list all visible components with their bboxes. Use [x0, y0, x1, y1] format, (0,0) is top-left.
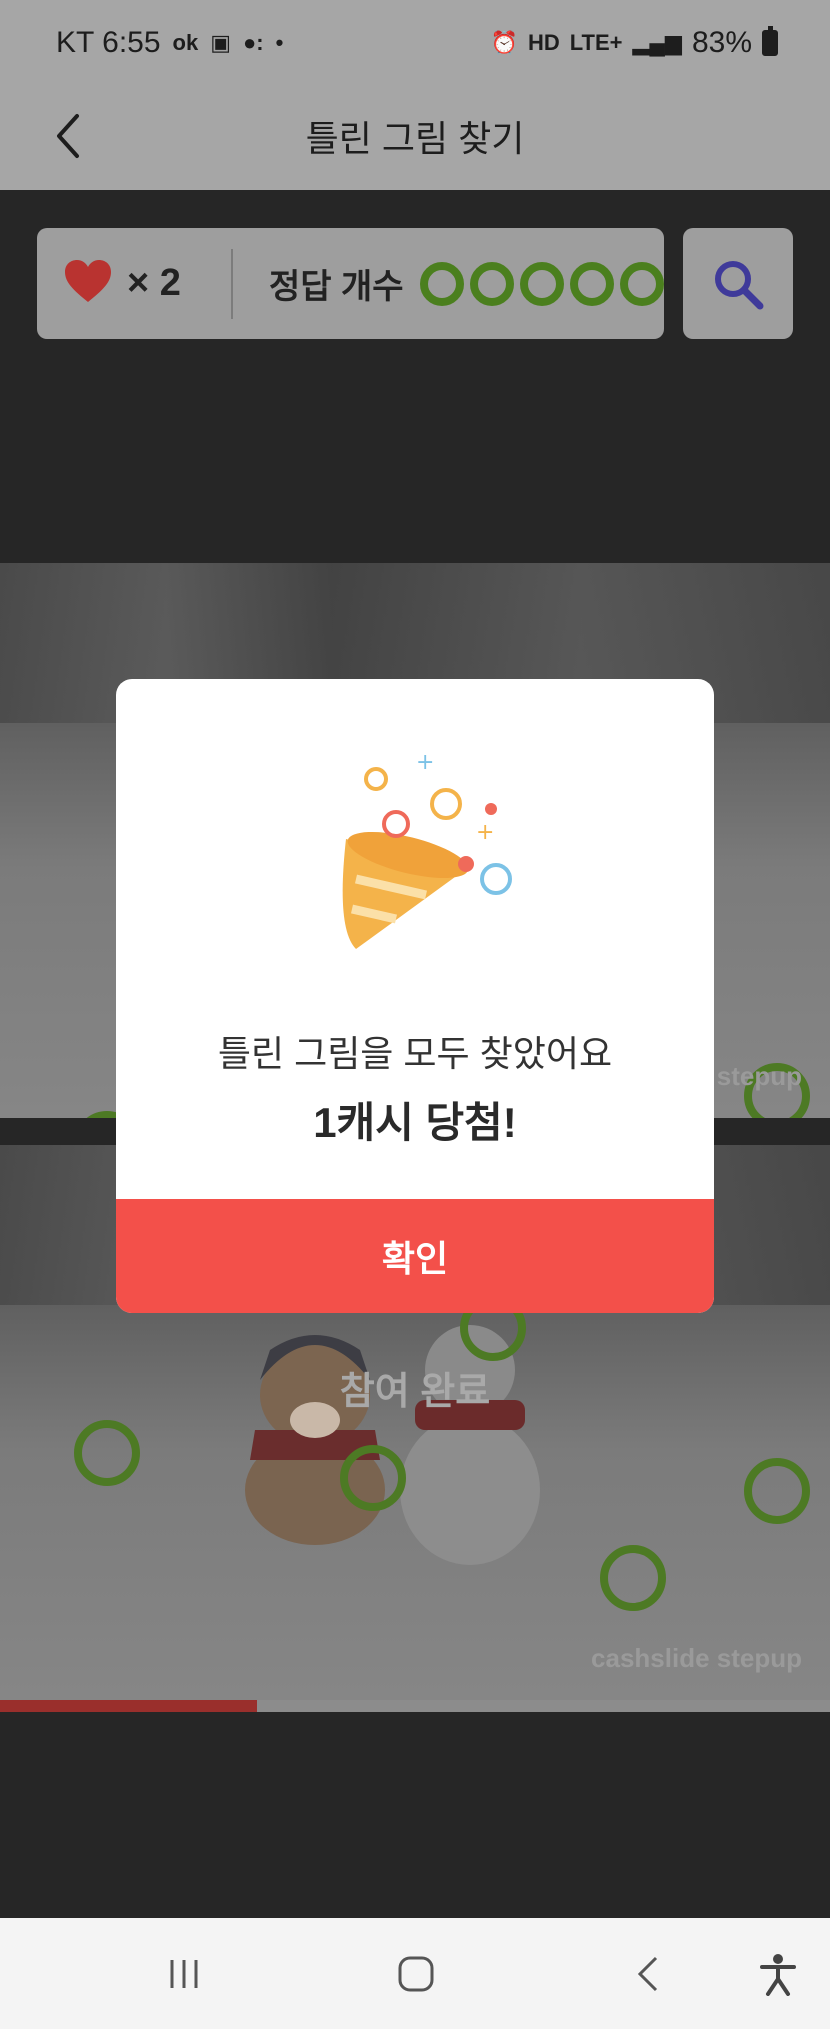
okcashbag-icon: ok — [172, 30, 199, 55]
lives-indicator: × 2 — [37, 258, 231, 309]
svg-text:+: + — [476, 820, 494, 845]
nav-back-icon — [637, 1956, 658, 1992]
divider — [231, 248, 233, 319]
watermark: cashslide stepup — [591, 1643, 802, 1673]
confirm-button[interactable]: 확인 — [116, 1199, 714, 1313]
result-dialog: + + 틀린 그림을 모두 찾았어요 1캐시 당첨! 확인 — [116, 679, 714, 1313]
answer-dot — [619, 261, 664, 306]
status-right: ⏰ HD LTE+ ▂▄▆ 83% — [491, 26, 778, 60]
complete-label: 참여 완료 — [339, 1371, 491, 1413]
status-bar: KT 6:55 ok ▣ ●: • ⏰ HD LTE+ ▂▄▆ 83% — [0, 0, 830, 82]
hd-icon: HD — [527, 30, 560, 55]
found-marker — [74, 1420, 140, 1486]
answer-progress — [419, 261, 664, 306]
svg-text:+: + — [416, 750, 434, 775]
answer-dot — [519, 261, 564, 306]
nav-back-button[interactable] — [620, 1946, 680, 2002]
system-navigation-bar — [0, 1918, 830, 2029]
progress-fill — [0, 1700, 258, 1712]
answer-dot — [569, 261, 614, 306]
hint-search-button[interactable] — [683, 228, 793, 339]
found-marker — [600, 1545, 666, 1611]
timer-progress-bar — [0, 1700, 830, 1712]
heart-icon — [63, 258, 113, 309]
network-type: LTE+ — [569, 30, 623, 55]
answer-dot — [469, 261, 514, 306]
gallery-icon: ▣ — [210, 30, 232, 55]
carrier-time: KT 6:55 — [56, 26, 161, 59]
accessibility-button[interactable] — [748, 1946, 808, 2002]
battery-percent: 83% — [691, 26, 752, 59]
dog-figure — [245, 1335, 385, 1545]
home-button[interactable] — [386, 1946, 446, 2002]
recent-apps-button[interactable] — [154, 1946, 214, 2002]
answer-dot — [419, 261, 464, 306]
status-left: KT 6:55 ok ▣ ●: • — [56, 26, 283, 60]
battery-icon — [762, 26, 778, 56]
found-marker — [340, 1445, 406, 1511]
home-icon — [398, 1956, 434, 1992]
dialog-message: 틀린 그림을 모두 찾았어요 — [217, 1033, 613, 1074]
recent-apps-icon — [170, 1960, 198, 1988]
reward-text: 1캐시 당첨! — [313, 1099, 517, 1146]
app-notification-icon: ●: — [243, 30, 264, 55]
found-marker — [744, 1458, 810, 1524]
lives-count: × 2 — [127, 262, 181, 304]
search-icon — [715, 260, 764, 309]
answers-label: 정답 개수 — [269, 268, 404, 306]
alarm-icon: ⏰ — [490, 30, 518, 55]
app-bar: 틀린 그림 찾기 — [0, 82, 830, 190]
signal-icon: ▂▄▆ — [632, 30, 682, 55]
score-panel: × 2 정답 개수 — [37, 228, 664, 339]
accessibility-icon — [760, 1954, 796, 1996]
page-title: 틀린 그림 찾기 — [305, 118, 525, 159]
party-popper-icon: + + — [342, 750, 512, 949]
more-notifications-icon: • — [275, 30, 284, 55]
